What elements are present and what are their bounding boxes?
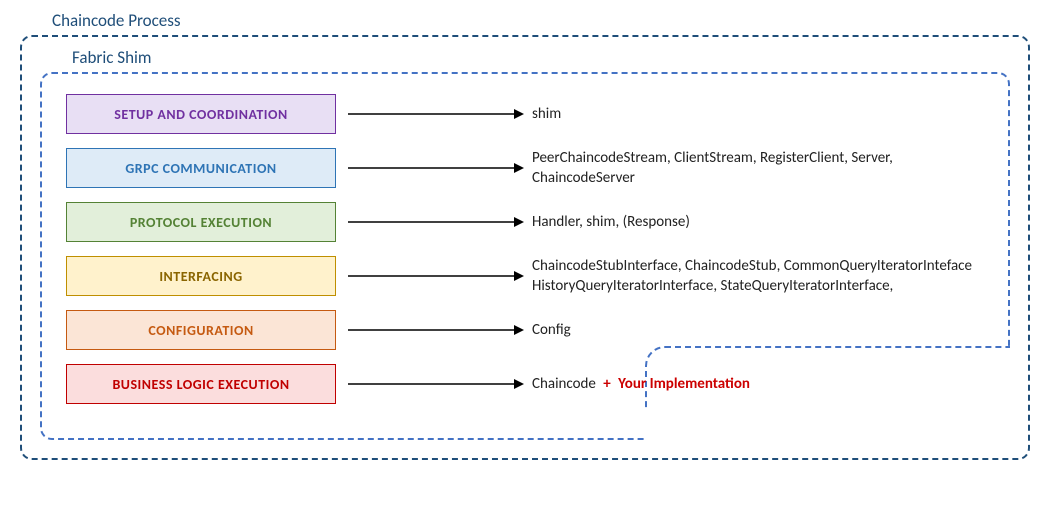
your-implementation-label: Your Implementation: [618, 375, 750, 393]
desc-business-text: Chaincode: [532, 375, 596, 393]
box-setup: SETUP AND COORDINATION: [66, 94, 336, 134]
desc-setup: shim: [532, 104, 984, 124]
outer-title: Chaincode Process: [52, 10, 1030, 31]
desc-config: Config: [532, 320, 984, 340]
fabric-shim-container: SETUP AND COORDINATION shim GRPC COMMUNI…: [40, 72, 1010, 440]
desc-interfacing: ChaincodeStubInterface, ChaincodeStub, C…: [532, 256, 984, 297]
box-business: BUSINESS LOGIC EXECUTION: [66, 364, 336, 404]
arrow-icon: [336, 323, 532, 337]
notch-fill: [647, 406, 1012, 442]
desc-grpc: PeerChaincodeStream, ClientStream, Regis…: [532, 148, 984, 189]
row-protocol: PROTOCOL EXECUTION Handler, shim, (Respo…: [66, 200, 984, 244]
row-business: BUSINESS LOGIC EXECUTION Chaincode + You…: [66, 362, 984, 406]
box-config: CONFIGURATION: [66, 310, 336, 350]
box-protocol: PROTOCOL EXECUTION: [66, 202, 336, 242]
plus-sign: +: [603, 375, 610, 393]
row-setup: SETUP AND COORDINATION shim: [66, 92, 984, 136]
desc-business: Chaincode + Your Implementation: [532, 374, 984, 394]
row-grpc: GRPC COMMUNICATION PeerChaincodeStream, …: [66, 146, 984, 190]
row-config: CONFIGURATION Config: [66, 308, 984, 352]
box-grpc: GRPC COMMUNICATION: [66, 148, 336, 188]
box-interfacing: INTERFACING: [66, 256, 336, 296]
desc-protocol: Handler, shim, (Response): [532, 212, 984, 232]
chaincode-process-container: Fabric Shim SETUP AND COORDINATION shim …: [20, 35, 1030, 460]
arrow-icon: [336, 107, 532, 121]
arrow-icon: [336, 269, 532, 283]
arrow-icon: [336, 215, 532, 229]
arrow-icon: [336, 377, 532, 391]
row-interfacing: INTERFACING ChaincodeStubInterface, Chai…: [66, 254, 984, 298]
inner-title: Fabric Shim: [72, 47, 1010, 68]
arrow-icon: [336, 161, 532, 175]
